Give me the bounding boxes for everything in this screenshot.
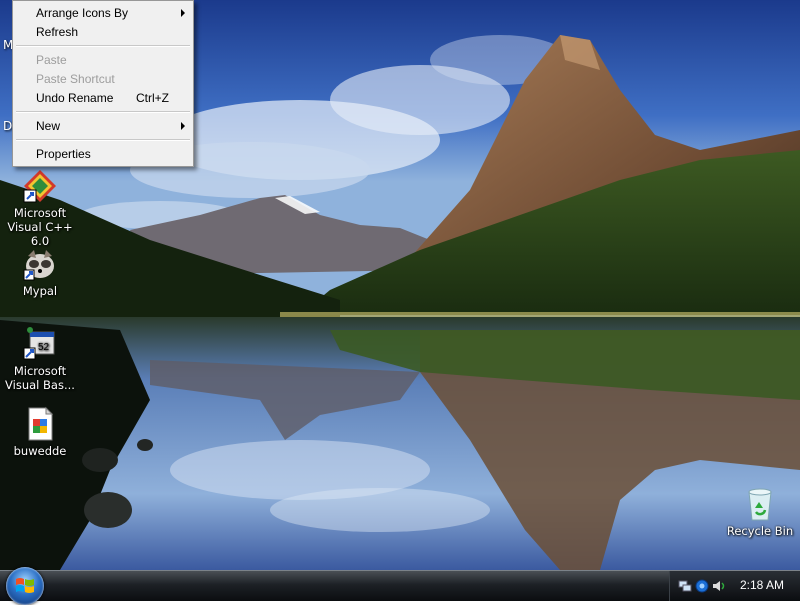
desktop-icon-label: Microsoft Visual Bas...: [5, 364, 75, 392]
mypal-browser-icon: [22, 246, 58, 282]
menu-item-properties[interactable]: Properties: [15, 144, 191, 164]
svg-text:52: 52: [38, 342, 50, 353]
menu-item-label: Paste: [36, 53, 67, 67]
desktop-icon-recycle-bin[interactable]: Recycle Bin: [718, 486, 800, 538]
submenu-arrow-icon: [181, 9, 185, 17]
menu-item-refresh[interactable]: Refresh: [15, 22, 191, 42]
menu-item-label: Undo Rename: [36, 91, 114, 105]
taskbar: 2:18 AM: [0, 567, 800, 605]
security-icon[interactable]: [695, 579, 709, 593]
menu-item-new[interactable]: New: [15, 116, 191, 136]
menu-item-undo-rename[interactable]: Undo Rename Ctrl+Z: [15, 88, 191, 108]
desktop-icon-label: buwedde: [13, 444, 67, 458]
document-icon: [22, 406, 58, 442]
desktop-icon-label: Microsoft Visual C++ 6.0: [7, 206, 73, 248]
menu-item-paste-shortcut[interactable]: Paste Shortcut: [15, 69, 191, 89]
menu-item-label: New: [36, 119, 61, 133]
recycle-bin-icon: [742, 486, 778, 522]
menu-item-label: Refresh: [36, 25, 79, 39]
menu-item-label: Paste Shortcut: [36, 72, 115, 86]
desktop-icon-label: Recycle Bin: [726, 524, 794, 538]
desktop-icon-visual-basic[interactable]: 52 Microsoft Visual Bas...: [0, 326, 82, 392]
obscured-icon-label-2: D: [3, 119, 13, 133]
network-icon[interactable]: [678, 579, 692, 593]
taskbar-clock[interactable]: 2:18 AM: [740, 578, 784, 592]
menu-item-shortcut: Ctrl+Z: [136, 91, 169, 105]
system-tray: 2:18 AM: [669, 571, 800, 601]
menu-separator: [16, 45, 190, 47]
volume-icon[interactable]: [712, 579, 726, 593]
menu-item-paste[interactable]: Paste: [15, 50, 191, 70]
submenu-arrow-icon: [181, 122, 185, 130]
desktop-icon-buwedde[interactable]: buwedde: [0, 406, 82, 458]
visual-cpp-icon: [22, 168, 58, 204]
menu-separator: [16, 111, 190, 113]
visual-basic-icon: 52: [22, 326, 58, 362]
menu-item-label: Arrange Icons By: [36, 6, 129, 20]
windows-logo-icon: [16, 578, 34, 593]
menu-separator: [16, 139, 190, 141]
start-button[interactable]: [6, 567, 44, 605]
desktop-icon-mypal[interactable]: Mypal: [0, 246, 82, 298]
desktop-icon-visual-cpp[interactable]: Microsoft Visual C++ 6.0: [0, 168, 82, 248]
menu-item-arrange-icons-by[interactable]: Arrange Icons By: [15, 3, 191, 23]
desktop-icon-label: Mypal: [22, 284, 58, 298]
menu-item-label: Properties: [36, 147, 91, 161]
desktop-context-menu: Arrange Icons By Refresh Paste Paste Sho…: [12, 0, 194, 167]
